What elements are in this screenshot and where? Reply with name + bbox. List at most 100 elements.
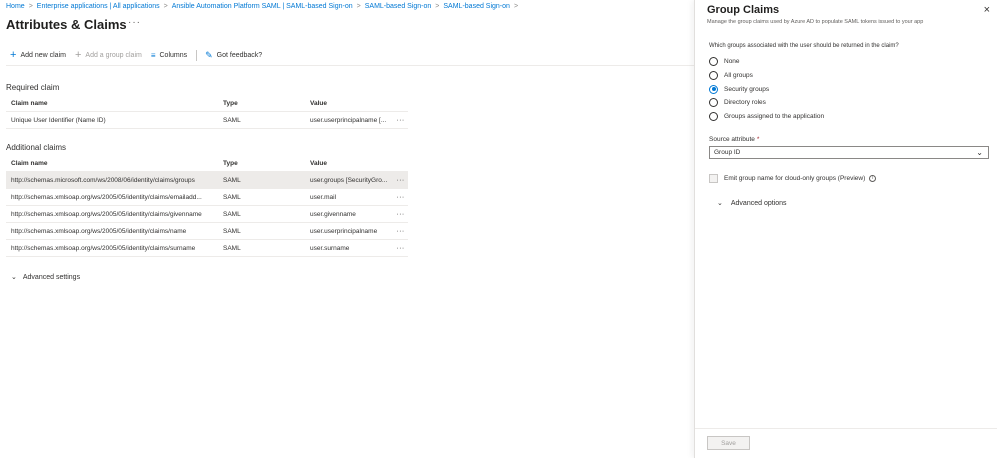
breadcrumb-separator: > — [163, 3, 168, 10]
source-attribute-value: Group ID — [714, 149, 741, 156]
breadcrumb-saml-signon[interactable]: SAML-based Sign-on — [365, 3, 432, 10]
source-attribute-dropdown[interactable]: Group ID ⌄ — [709, 146, 989, 159]
feedback-icon: ✎ — [205, 50, 213, 60]
add-group-claim-label: Add a group claim — [85, 52, 142, 59]
claim-value-cell: user.givenname — [310, 210, 356, 218]
advanced-options-toggle[interactable]: ⌄ Advanced options — [717, 199, 787, 208]
radio-label: Security groups — [724, 85, 770, 93]
required-marker: * — [756, 136, 760, 143]
claim-type-cell: SAML — [223, 210, 241, 218]
page-title: Attributes & Claims — [6, 17, 127, 32]
columns-icon: ≡ — [150, 50, 156, 60]
row-more-icon[interactable]: ··· — [393, 211, 408, 218]
table-row[interactable]: http://schemas.xmlsoap.org/ws/2005/05/id… — [6, 223, 408, 240]
radio-button[interactable] — [709, 98, 718, 108]
table-row[interactable]: http://schemas.xmlsoap.org/ws/2005/05/id… — [6, 240, 408, 257]
claim-type-cell: SAML — [223, 176, 241, 184]
breadcrumb-separator: > — [435, 3, 440, 10]
required-claims-table: Claim name Type Value Unique User Identi… — [6, 95, 408, 129]
add-new-claim-button[interactable]: + Add new claim — [10, 50, 66, 61]
emit-group-name-label: Emit group name for cloud-only groups (P… — [724, 175, 866, 182]
columns-button[interactable]: ≡ Columns — [150, 50, 188, 60]
header-value[interactable]: Value — [310, 100, 393, 107]
row-more-icon[interactable]: ··· — [393, 228, 408, 235]
claim-type-cell: SAML — [223, 116, 241, 124]
advanced-options-label: Advanced options — [730, 199, 787, 207]
claim-value-cell: user.groups [SecurityGro... — [310, 176, 388, 184]
radio-button[interactable] — [709, 71, 718, 81]
radio-button[interactable] — [709, 57, 718, 67]
add-new-claim-label: Add new claim — [20, 52, 66, 59]
breadcrumb-saml-signon-2[interactable]: SAML-based Sign-on — [443, 3, 510, 10]
more-options-icon[interactable]: ··· — [128, 17, 141, 28]
claim-type-cell: SAML — [223, 193, 241, 201]
breadcrumb-app[interactable]: Ansible Automation Platform SAML | SAML-… — [172, 3, 353, 10]
claim-name-cell: http://schemas.xmlsoap.org/ws/2005/05/id… — [11, 227, 187, 235]
toolbar-divider-line — [6, 65, 694, 66]
claim-name-cell: http://schemas.xmlsoap.org/ws/2005/05/id… — [11, 193, 202, 201]
row-more-icon[interactable]: ··· — [393, 177, 408, 184]
breadcrumb-separator: > — [513, 3, 519, 10]
additional-claims-table: Claim name Type Value http://schemas.mic… — [6, 155, 408, 257]
claim-name-cell: http://schemas.xmlsoap.org/ws/2005/05/id… — [11, 210, 202, 218]
header-claim-name[interactable]: Claim name — [6, 160, 223, 167]
breadcrumb-separator: > — [356, 3, 361, 10]
header-type[interactable]: Type — [223, 160, 310, 167]
claim-value-cell: user.mail — [310, 193, 337, 201]
claim-name-cell: Unique User Identifier (Name ID) — [11, 116, 106, 124]
radio-button[interactable] — [709, 112, 718, 122]
emit-group-name-option: Emit group name for cloud-only groups (P… — [709, 174, 877, 183]
add-group-claim-button[interactable]: + Add a group claim — [75, 50, 142, 61]
claim-name-cell: http://schemas.xmlsoap.org/ws/2005/05/id… — [11, 244, 196, 252]
table-header: Claim name Type Value — [6, 95, 408, 112]
radio-all-groups[interactable]: All groups — [709, 69, 824, 83]
required-claim-title: Required claim — [6, 83, 60, 92]
radio-label: Groups assigned to the application — [724, 113, 825, 121]
header-value[interactable]: Value — [310, 160, 393, 167]
chevron-down-icon: ⌄ — [717, 200, 723, 207]
info-icon[interactable]: i — [869, 175, 877, 182]
radio-label: None — [724, 58, 740, 66]
save-button[interactable]: Save — [707, 436, 750, 450]
panel-footer-divider — [695, 428, 997, 429]
advanced-settings-label: Advanced settings — [22, 273, 81, 281]
row-more-icon[interactable]: ··· — [393, 245, 408, 252]
claim-value-cell: user.userprincipalname — [310, 227, 378, 235]
advanced-settings-toggle[interactable]: ⌄ Advanced settings — [11, 273, 81, 282]
source-attribute-text: Source attribute — [709, 136, 755, 143]
claim-name-cell: http://schemas.microsoft.com/ws/2008/06/… — [11, 176, 195, 184]
source-attribute-label: Source attribute * — [709, 136, 759, 143]
claim-value-cell: user.userprincipalname [... — [310, 116, 387, 124]
feedback-label: Got feedback? — [216, 52, 263, 59]
header-claim-name[interactable]: Claim name — [6, 100, 223, 107]
feedback-button[interactable]: ✎ Got feedback? — [205, 51, 262, 60]
chevron-down-icon: ⌄ — [976, 148, 983, 157]
table-row[interactable]: http://schemas.xmlsoap.org/ws/2005/05/id… — [6, 206, 408, 223]
emit-group-name-checkbox[interactable] — [709, 174, 718, 183]
table-row[interactable]: Unique User Identifier (Name ID) SAML us… — [6, 112, 408, 129]
groups-question: Which groups associated with the user sh… — [709, 43, 899, 49]
close-icon[interactable]: × — [984, 4, 990, 16]
header-type[interactable]: Type — [223, 100, 310, 107]
radio-none[interactable]: None — [709, 55, 824, 69]
columns-label: Columns — [159, 52, 188, 59]
plus-icon: + — [10, 49, 17, 61]
row-more-icon[interactable]: ··· — [393, 194, 408, 201]
table-row[interactable]: http://schemas.microsoft.com/ws/2008/06/… — [6, 172, 408, 189]
radio-directory-roles[interactable]: Directory roles — [709, 96, 824, 110]
command-bar: + Add new claim + Add a group claim ≡ Co… — [10, 50, 271, 61]
table-row[interactable]: http://schemas.xmlsoap.org/ws/2005/05/id… — [6, 189, 408, 206]
radio-groups-assigned[interactable]: Groups assigned to the application — [709, 110, 824, 124]
breadcrumb-home[interactable]: Home — [6, 3, 25, 10]
radio-label: Directory roles — [724, 99, 766, 107]
panel-subtitle: Manage the group claims used by Azure AD… — [707, 19, 924, 25]
radio-label: All groups — [724, 72, 753, 80]
breadcrumb-enterprise-apps[interactable]: Enterprise applications | All applicatio… — [37, 3, 160, 10]
radio-button-checked[interactable] — [709, 84, 718, 94]
claim-value-cell: user.surname — [310, 244, 350, 252]
radio-security-groups[interactable]: Security groups — [709, 82, 824, 96]
toolbar-divider — [196, 50, 198, 61]
row-more-icon[interactable]: ··· — [393, 117, 408, 124]
claim-type-cell: SAML — [223, 227, 241, 235]
breadcrumb: Home > Enterprise applications | All appli… — [6, 3, 522, 10]
